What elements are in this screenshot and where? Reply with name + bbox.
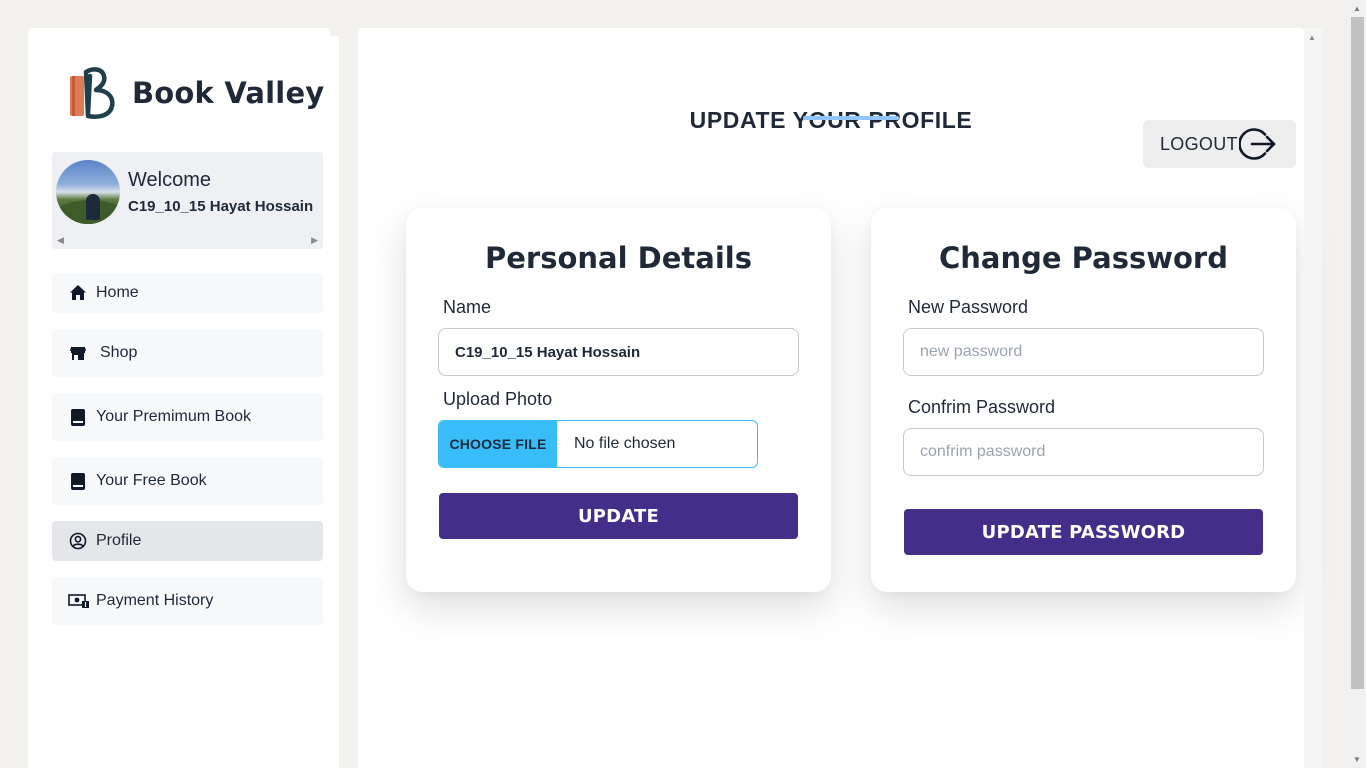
brand[interactable]: Book Valley (68, 66, 324, 120)
confirm-password-input[interactable] (903, 428, 1264, 476)
sidebar-item-profile[interactable]: Profile (52, 521, 323, 561)
update-button[interactable]: UPDATE (439, 493, 798, 539)
scroll-up-icon[interactable]: ▲ (1353, 4, 1361, 13)
file-status: No file chosen (574, 435, 676, 452)
logout-icon (1239, 128, 1276, 160)
window-vertical-scrollbar[interactable]: ▲ ▼ (1349, 0, 1366, 768)
sidebar-item-label: Your Free Book (96, 472, 207, 489)
inner-scroll-up-icon[interactable]: ▲ (1308, 33, 1316, 42)
sidebar-item-label: Profile (96, 532, 142, 549)
scroll-right-icon[interactable]: ▶ (311, 235, 318, 246)
change-password-card: Change Password New Password Confrim Pas… (871, 208, 1296, 592)
sidebar-item-label: Home (96, 284, 139, 301)
user-circle-icon (68, 531, 88, 551)
new-password-label: New Password (908, 297, 1029, 317)
photo-file-input[interactable]: CHOOSE FILE No file chosen (438, 420, 758, 468)
personal-details-card: Personal Details Name Upload Photo CHOOS… (406, 208, 831, 592)
sidebar-item-shop[interactable]: Shop (52, 329, 323, 377)
upload-photo-label: Upload Photo (443, 389, 553, 409)
store-icon (68, 343, 88, 363)
name-input[interactable] (438, 328, 799, 376)
welcome-title: Welcome (128, 169, 211, 191)
change-password-title: Change Password (938, 241, 1228, 275)
welcome-horizontal-scrollbar[interactable]: ◀ ▶ (52, 232, 323, 249)
book-b-logo-icon (70, 67, 115, 119)
scroll-down-icon[interactable]: ▼ (1353, 755, 1361, 764)
book-icon (68, 407, 88, 427)
money-icon (68, 591, 90, 611)
home-icon (68, 283, 88, 303)
book-icon (68, 471, 88, 491)
choose-file-button[interactable]: CHOOSE FILE (439, 421, 557, 467)
sidebar-item-payment-history[interactable]: Payment History (52, 577, 323, 625)
main-panel: UPDATE YOUR PROFILE LOGOUT Personal Deta… (358, 28, 1304, 768)
confirm-password-label: Confrim Password (908, 397, 1056, 417)
personal-details-title: Personal Details (485, 241, 752, 275)
new-password-input[interactable] (903, 328, 1264, 376)
sidebar-item-label: Shop (100, 344, 138, 361)
sidebar-item-label: Your Premimum Book (96, 408, 252, 425)
sidebar-item-premium-book[interactable]: Your Premimum Book (52, 393, 323, 441)
logout-label: LOGOUT (1160, 133, 1238, 154)
logout-button[interactable]: LOGOUT (1143, 120, 1296, 168)
sidebar-nav: Home Shop Your Premimum Book Your Free B… (52, 273, 323, 641)
brand-name: Book Valley (132, 76, 325, 110)
sidebar: Book Valley Welcome C19_10_15 Hayat Hoss… (28, 28, 330, 768)
sidebar-item-home[interactable]: Home (52, 273, 323, 313)
sidebar-item-label: Payment History (96, 592, 214, 609)
update-password-button[interactable]: UPDATE PASSWORD (904, 509, 1263, 555)
avatar (56, 160, 120, 224)
title-underline (803, 116, 899, 120)
welcome-username: C19_10_15 Hayat Hossain (128, 198, 314, 215)
name-label: Name (443, 297, 492, 317)
scroll-left-icon[interactable]: ◀ (57, 235, 64, 246)
sidebar-item-free-book[interactable]: Your Free Book (52, 457, 323, 505)
welcome-card: Welcome C19_10_15 Hayat Hossain ◀ ▶ (52, 152, 323, 249)
scrollbar-thumb[interactable] (1351, 17, 1364, 689)
